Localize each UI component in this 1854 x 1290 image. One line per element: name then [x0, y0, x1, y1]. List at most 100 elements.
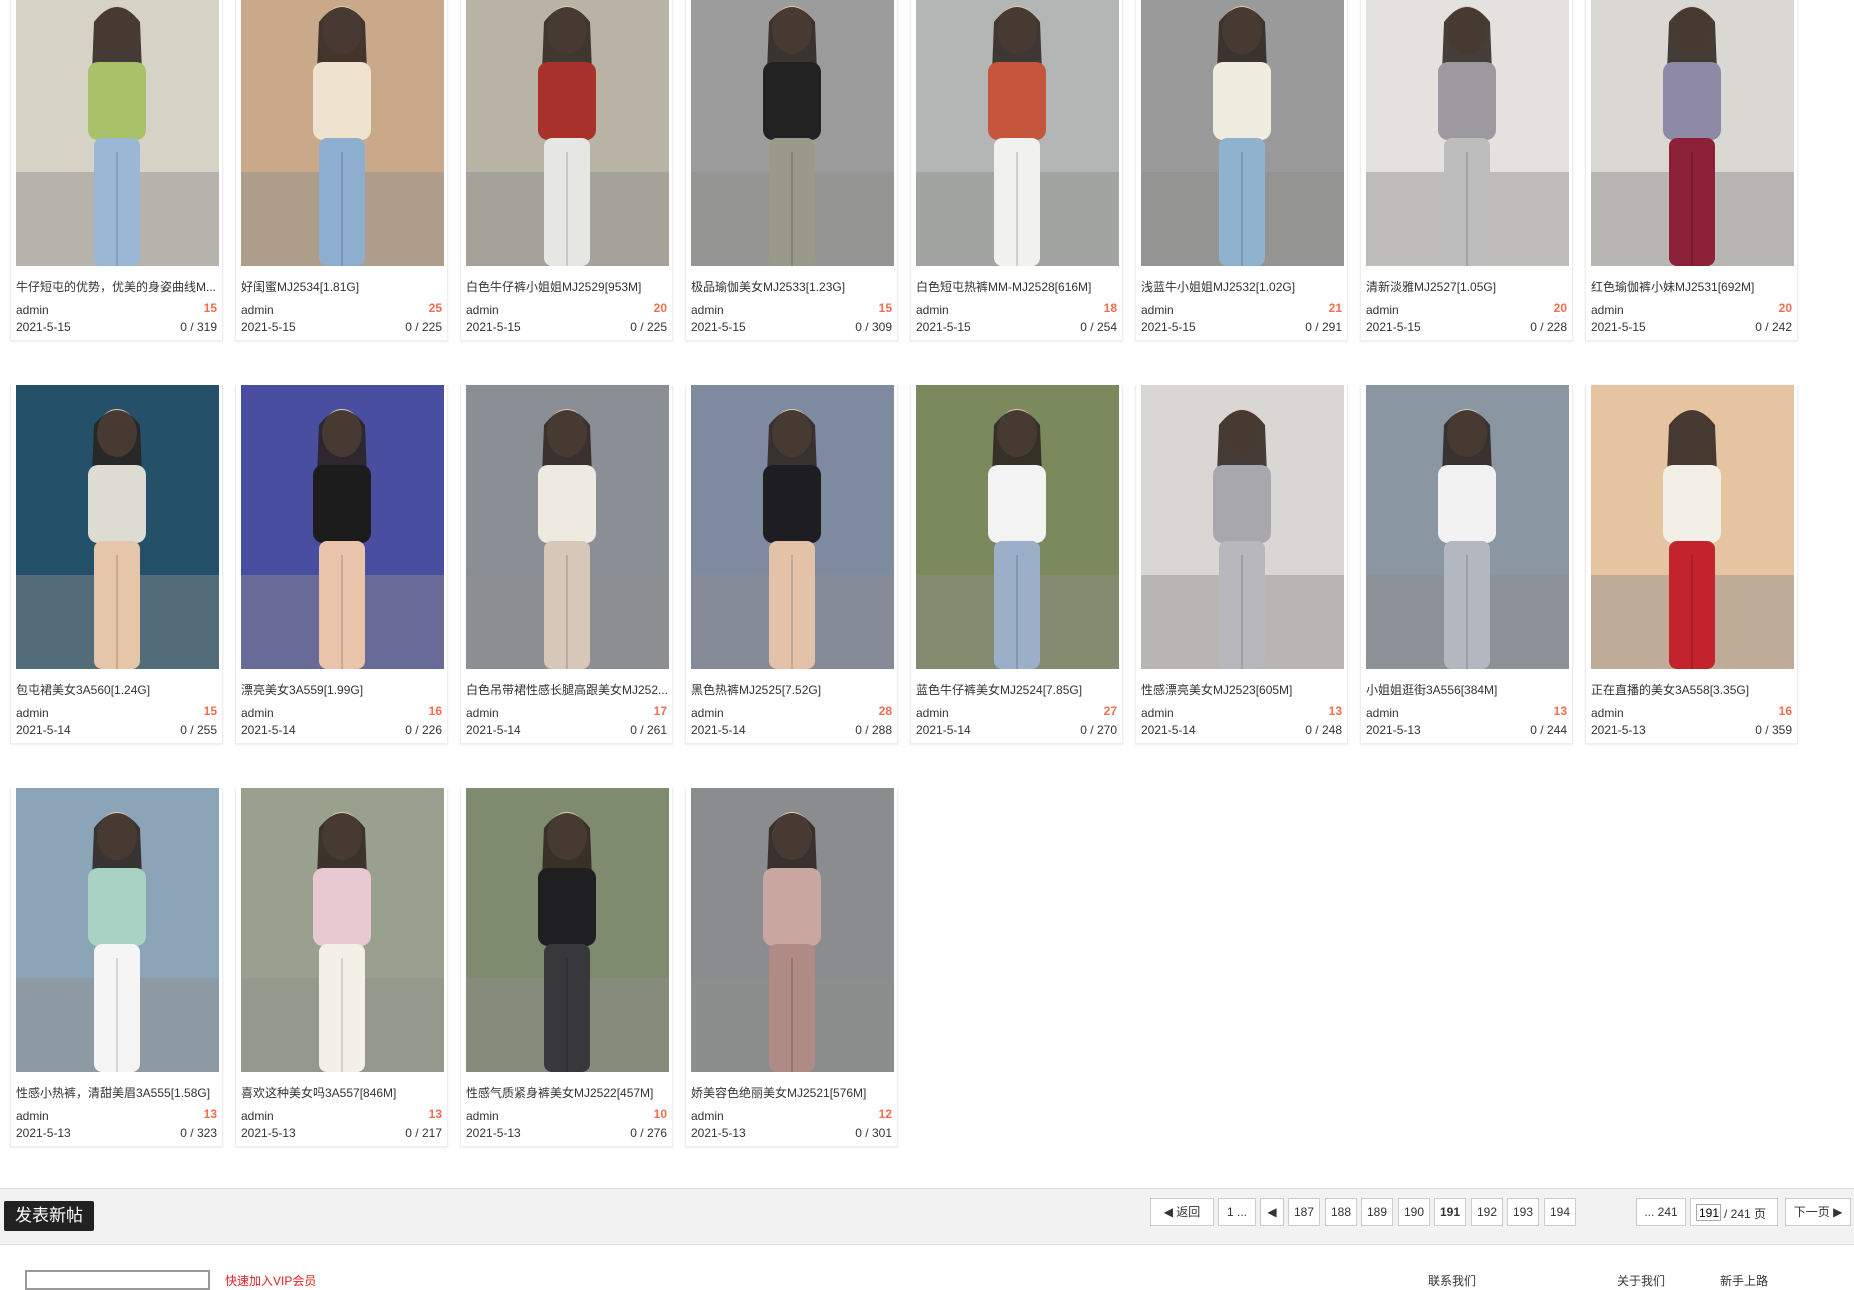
view-count: 0 / 255: [180, 723, 217, 737]
thread-author[interactable]: admin: [1591, 706, 1624, 720]
thread-card[interactable]: 浅蓝牛小姐姐MJ2532[1.02G] admin 21 2021-5-15 0 / 2…: [1135, 0, 1348, 341]
thread-thumbnail[interactable]: [1591, 385, 1794, 669]
footer-vip-link[interactable]: 快速加入VIP会员: [225, 1272, 316, 1289]
thread-author[interactable]: admin: [1141, 303, 1174, 317]
page-current[interactable]: 191: [1434, 1198, 1466, 1226]
thread-card[interactable]: 性感漂亮美女MJ2523[605M] admin 13 2021-5-14 0 / 24…: [1135, 385, 1348, 744]
thread-author[interactable]: admin: [466, 1109, 499, 1123]
thread-title[interactable]: 蓝色牛仔裤美女MJ2524[7.85G]: [916, 681, 1119, 698]
thread-author[interactable]: admin: [16, 303, 49, 317]
thread-title[interactable]: 包屯裙美女3A560[1.24G]: [16, 681, 219, 698]
thread-thumbnail[interactable]: [691, 385, 894, 669]
thread-thumbnail[interactable]: [241, 0, 444, 266]
page-number[interactable]: 190: [1398, 1198, 1430, 1226]
page-number[interactable]: 194: [1544, 1198, 1576, 1226]
thread-thumbnail[interactable]: [691, 0, 894, 266]
thread-author[interactable]: admin: [241, 303, 274, 317]
thread-title[interactable]: 极品瑜伽美女MJ2533[1.23G]: [691, 278, 894, 295]
thread-title[interactable]: 牛仔短屯的优势，优美的身姿曲线M...: [16, 278, 219, 295]
thread-title[interactable]: 性感小热裤，清甜美眉3A555[1.58G]: [16, 1084, 219, 1101]
thread-card[interactable]: 漂亮美女3A559[1.99G] admin 16 2021-5-14 0 / 226: [235, 385, 448, 744]
footer-guide-link[interactable]: 新手上路: [1720, 1272, 1768, 1289]
thread-card[interactable]: 白色牛仔裤小姐姐MJ2529[953M] admin 20 2021-5-15 0 / …: [460, 0, 673, 341]
thread-author[interactable]: admin: [1366, 706, 1399, 720]
thread-card[interactable]: 性感小热裤，清甜美眉3A555[1.58G] admin 13 2021-5-13 0 …: [10, 788, 223, 1147]
thread-author[interactable]: admin: [16, 1109, 49, 1123]
thread-card[interactable]: 极品瑜伽美女MJ2533[1.23G] admin 15 2021-5-15 0 / 3…: [685, 0, 898, 341]
thread-author[interactable]: admin: [691, 303, 724, 317]
page-number[interactable]: 192: [1471, 1198, 1503, 1226]
thread-card[interactable]: 喜欢这种美女吗3A557[846M] admin 13 2021-5-13 0 / 21…: [235, 788, 448, 1147]
thread-title[interactable]: 性感漂亮美女MJ2523[605M]: [1141, 681, 1344, 698]
thread-thumbnail[interactable]: [916, 0, 1119, 266]
thread-thumbnail[interactable]: [466, 385, 669, 669]
thread-author[interactable]: admin: [916, 303, 949, 317]
thread-title[interactable]: 白色牛仔裤小姐姐MJ2529[953M]: [466, 278, 669, 295]
thread-title[interactable]: 喜欢这种美女吗3A557[846M]: [241, 1084, 444, 1101]
prev-page-button[interactable]: ◀: [1260, 1198, 1284, 1226]
thread-author[interactable]: admin: [466, 303, 499, 317]
thread-card[interactable]: 性感气质紧身裤美女MJ2522[457M] admin 10 2021-5-13 0 /…: [460, 788, 673, 1147]
thread-title[interactable]: 性感气质紧身裤美女MJ2522[457M]: [466, 1084, 669, 1101]
thread-title[interactable]: 正在直播的美女3A558[3.35G]: [1591, 681, 1794, 698]
thread-author[interactable]: admin: [691, 1109, 724, 1123]
thread-card[interactable]: 娇美容色绝丽美女MJ2521[576M] admin 12 2021-5-13 0 / …: [685, 788, 898, 1147]
footer-about-link[interactable]: 关于我们: [1617, 1272, 1665, 1289]
thread-title[interactable]: 娇美容色绝丽美女MJ2521[576M]: [691, 1084, 894, 1101]
thread-author[interactable]: admin: [1591, 303, 1624, 317]
thread-thumbnail[interactable]: [1366, 0, 1569, 266]
page-last[interactable]: ... 241: [1636, 1198, 1686, 1226]
page-number[interactable]: 187: [1288, 1198, 1320, 1226]
thread-card[interactable]: 黑色热裤MJ2525[7.52G] admin 28 2021-5-14 0 / 288: [685, 385, 898, 744]
thread-thumbnail[interactable]: [16, 788, 219, 1072]
thread-title[interactable]: 漂亮美女3A559[1.99G]: [241, 681, 444, 698]
thread-card[interactable]: 正在直播的美女3A558[3.35G] admin 16 2021-5-13 0 / 3…: [1585, 385, 1798, 744]
thread-thumbnail[interactable]: [1141, 385, 1344, 669]
thread-thumbnail[interactable]: [466, 0, 669, 266]
thread-author[interactable]: admin: [241, 706, 274, 720]
thread-author[interactable]: admin: [1141, 706, 1174, 720]
thread-card[interactable]: 清新淡雅MJ2527[1.05G] admin 20 2021-5-15 0 / 228: [1360, 0, 1573, 341]
thread-title[interactable]: 白色短屯热裤MM-MJ2528[616M]: [916, 278, 1119, 295]
thread-title[interactable]: 小姐姐逛街3A556[384M]: [1366, 681, 1569, 698]
thread-card[interactable]: 牛仔短屯的优势，优美的身姿曲线M... admin 15 2021-5-15 0 / 3…: [10, 0, 223, 341]
thread-thumbnail[interactable]: [1141, 0, 1344, 266]
back-button[interactable]: ◀ 返回: [1150, 1198, 1214, 1226]
thread-thumbnail[interactable]: [691, 788, 894, 1072]
thread-thumbnail[interactable]: [16, 0, 219, 266]
thread-author[interactable]: admin: [466, 706, 499, 720]
thread-title[interactable]: 白色吊带裙性感长腿高跟美女MJ252...: [466, 681, 669, 698]
thread-thumbnail[interactable]: [16, 385, 219, 669]
thread-card[interactable]: 小姐姐逛街3A556[384M] admin 13 2021-5-13 0 / 244: [1360, 385, 1573, 744]
thread-card[interactable]: 包屯裙美女3A560[1.24G] admin 15 2021-5-14 0 / 255: [10, 385, 223, 744]
page-number[interactable]: 193: [1507, 1198, 1539, 1226]
thread-thumbnail[interactable]: [1591, 0, 1794, 266]
new-post-button[interactable]: 发表新帖: [4, 1201, 94, 1231]
thread-thumbnail[interactable]: [466, 788, 669, 1072]
thread-card[interactable]: 白色吊带裙性感长腿高跟美女MJ252... admin 17 2021-5-14 0 /…: [460, 385, 673, 744]
thread-card[interactable]: 红色瑜伽裤小妹MJ2531[692M] admin 20 2021-5-15 0 / 2…: [1585, 0, 1798, 341]
thread-author[interactable]: admin: [241, 1109, 274, 1123]
thread-author[interactable]: admin: [16, 706, 49, 720]
page-first[interactable]: 1 ...: [1218, 1198, 1256, 1226]
thread-thumbnail[interactable]: [916, 385, 1119, 669]
thread-title[interactable]: 好闺蜜MJ2534[1.81G]: [241, 278, 444, 295]
thread-title[interactable]: 黑色热裤MJ2525[7.52G]: [691, 681, 894, 698]
thread-card[interactable]: 好闺蜜MJ2534[1.81G] admin 25 2021-5-15 0 / 225: [235, 0, 448, 341]
thread-title[interactable]: 浅蓝牛小姐姐MJ2532[1.02G]: [1141, 278, 1344, 295]
thread-card[interactable]: 白色短屯热裤MM-MJ2528[616M] admin 18 2021-5-15 0 /…: [910, 0, 1123, 341]
thread-thumbnail[interactable]: [241, 385, 444, 669]
footer-contact-link[interactable]: 联系我们: [1428, 1272, 1476, 1289]
next-page-button[interactable]: 下一页 ▶: [1785, 1198, 1851, 1226]
thread-title[interactable]: 红色瑜伽裤小妹MJ2531[692M]: [1591, 278, 1794, 295]
page-jump-input[interactable]: [1696, 1204, 1721, 1221]
page-number[interactable]: 189: [1361, 1198, 1393, 1226]
thread-author[interactable]: admin: [691, 706, 724, 720]
page-number[interactable]: 188: [1325, 1198, 1357, 1226]
thread-card[interactable]: 蓝色牛仔裤美女MJ2524[7.85G] admin 27 2021-5-14 0 / …: [910, 385, 1123, 744]
thread-author[interactable]: admin: [916, 706, 949, 720]
thread-thumbnail[interactable]: [241, 788, 444, 1072]
thread-author[interactable]: admin: [1366, 303, 1399, 317]
thread-thumbnail[interactable]: [1366, 385, 1569, 669]
thread-title[interactable]: 清新淡雅MJ2527[1.05G]: [1366, 278, 1569, 295]
